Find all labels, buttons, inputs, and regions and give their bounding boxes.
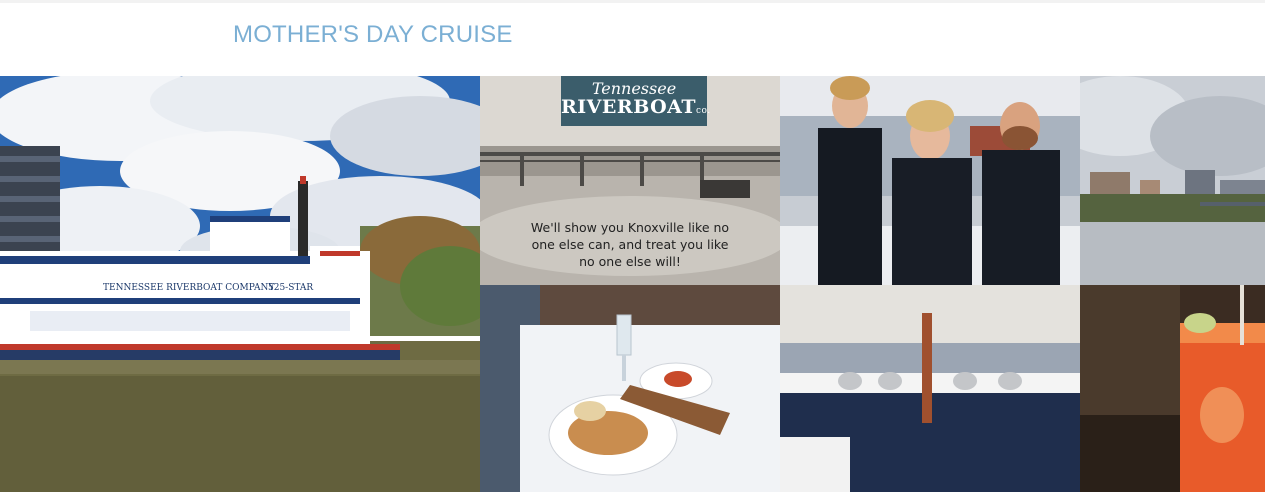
promo-caption: We'll show you Knoxville like no one els… [530,220,730,269]
gallery-image-dining-room[interactable] [780,285,1080,492]
crew-photo [780,76,1080,285]
gallery-image-drink[interactable] [1080,285,1265,492]
gallery-image-crew[interactable] [780,76,1080,285]
boat-sign-right: 525-STAR [268,283,314,293]
food-photo [480,285,780,492]
skyline-photo [1080,76,1265,285]
riverboat-logo: Tennessee RIVERBOATco. [561,76,710,126]
page-title: MOTHER'S DAY CRUISE [233,21,513,48]
drink-photo [1080,285,1265,492]
top-border [0,0,1265,3]
boat-sign-left: TENNESSEE RIVERBOAT COMPANY [103,283,275,293]
gallery-image-riverboat[interactable]: TENNESSEE RIVERBOAT COMPANY 525-STAR [0,76,480,492]
gallery-image-food[interactable] [480,285,780,492]
dining-room-photo [780,285,1080,492]
gallery-image-skyline[interactable] [1080,76,1265,285]
gallery-image-promo[interactable]: Tennessee RIVERBOATco. We'll show you Kn… [480,76,780,285]
